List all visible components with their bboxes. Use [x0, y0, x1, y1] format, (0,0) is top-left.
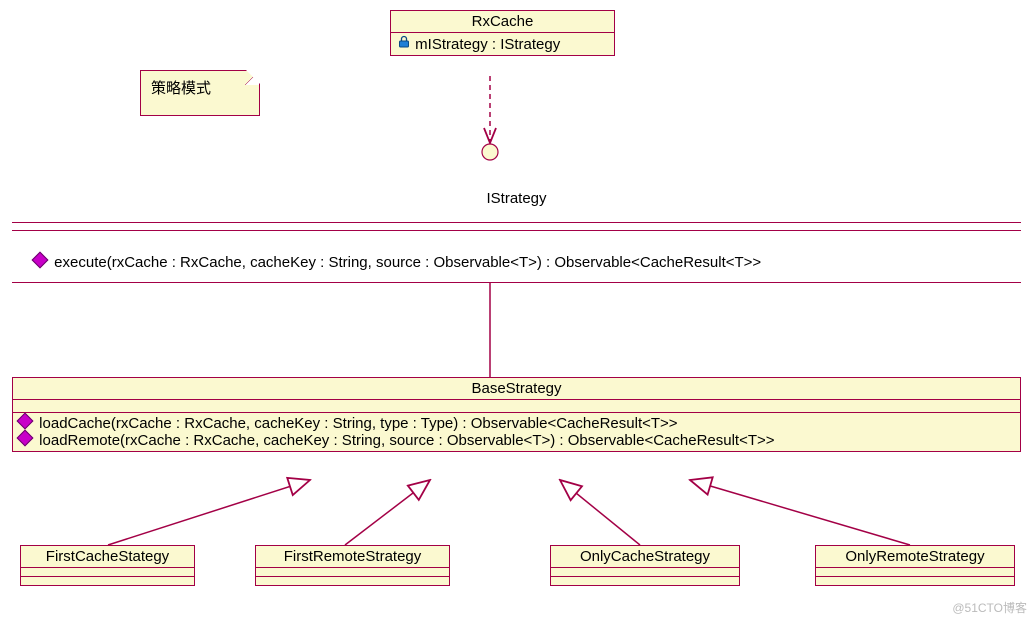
interface-divider-3	[12, 282, 1021, 283]
class-rxcache: RxCache mIStrategy : IStrategy	[390, 10, 615, 56]
class-basestrategy: BaseStrategy loadCache(rxCache : RxCache…	[12, 377, 1021, 452]
class-onlycache-title: OnlyCacheStrategy	[551, 546, 739, 567]
interface-istrategy-name: IStrategy	[0, 190, 1033, 207]
class-rxcache-attrs: mIStrategy : IStrategy	[391, 33, 614, 55]
basestrategy-ops: loadCache(rxCache : RxCache, cacheKey : …	[13, 413, 1020, 451]
class-onlyremote-title: OnlyRemoteStrategy	[816, 546, 1014, 567]
class-onlycache: OnlyCacheStrategy	[550, 545, 740, 586]
class-firstcache-title: FirstCacheStategy	[21, 546, 194, 567]
class-rxcache-title: RxCache	[391, 11, 614, 33]
operation-icon	[17, 413, 34, 430]
class-firstremote: FirstRemoteStrategy	[255, 545, 450, 586]
operation-icon	[17, 430, 34, 447]
istrategy-op-text: execute(rxCache : RxCache, cacheKey : St…	[54, 254, 761, 271]
class-firstremote-title: FirstRemoteStrategy	[256, 546, 449, 567]
interface-istrategy-op: execute(rxCache : RxCache, cacheKey : St…	[34, 254, 761, 271]
note-text: 策略模式	[151, 80, 211, 97]
class-firstcache: FirstCacheStategy	[20, 545, 195, 586]
class-basestrategy-title: BaseStrategy	[13, 378, 1020, 400]
rxcache-attr: mIStrategy : IStrategy	[415, 36, 560, 53]
basestrategy-attr-compartment	[13, 400, 1020, 413]
class-onlyremote: OnlyRemoteStrategy	[815, 545, 1015, 586]
private-icon	[397, 36, 415, 53]
note-strategy-pattern: 策略模式	[140, 70, 260, 116]
watermark: @51CTO博客	[952, 599, 1027, 616]
basestrategy-op1: loadCache(rxCache : RxCache, cacheKey : …	[39, 415, 677, 432]
basestrategy-op2: loadRemote(rxCache : RxCache, cacheKey :…	[39, 432, 774, 449]
interface-divider-1	[12, 222, 1021, 223]
interface-divider-2	[12, 230, 1021, 231]
operation-icon	[32, 252, 49, 269]
